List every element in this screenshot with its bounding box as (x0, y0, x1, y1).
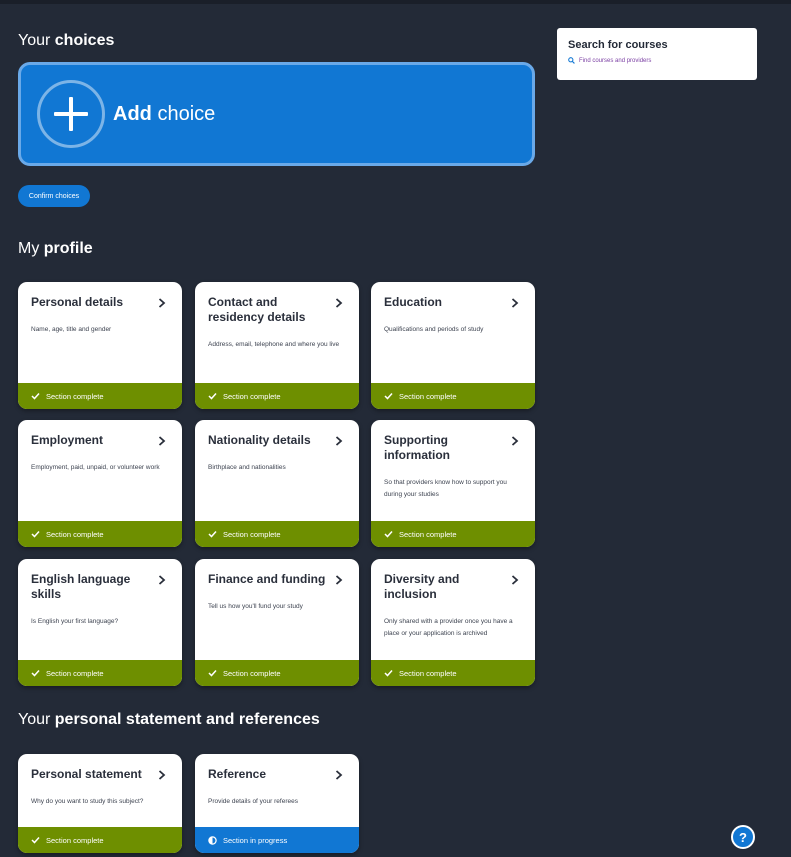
choices-heading: Your choices (18, 32, 115, 49)
card-title: Employment (31, 433, 104, 447)
card-finance-funding[interactable]: Finance and funding Tell us how you'll f… (195, 559, 359, 686)
card-description: Why do you want to study this subject? (31, 798, 144, 805)
search-panel: Search for courses Find courses and prov… (557, 28, 757, 80)
status-text: Section complete (399, 529, 457, 539)
chevron-right-icon (335, 575, 343, 585)
card-nationality-details[interactable]: Nationality details Birthplace and natio… (195, 420, 359, 547)
chevron-right-icon (335, 770, 343, 780)
status-bar: Section complete (18, 521, 182, 547)
card-description: Qualifications and periods of study (384, 326, 484, 333)
card-title: Education (384, 295, 443, 309)
card-english-language-skills[interactable]: English language skills Is English your … (18, 559, 182, 686)
chevron-right-icon (158, 298, 166, 308)
status-text: Section in progress (223, 835, 288, 845)
check-icon (31, 669, 40, 677)
find-courses-link[interactable]: Find courses and providers (568, 57, 746, 64)
chevron-right-icon (511, 575, 519, 585)
status-text: Section complete (46, 835, 104, 845)
check-icon (31, 836, 40, 844)
card-description: Only shared with a provider once you hav… (384, 618, 513, 637)
status-text: Section complete (223, 391, 281, 401)
chevron-right-icon (158, 436, 166, 446)
add-choice-button[interactable]: Add choice (18, 62, 535, 166)
chevron-right-icon (158, 770, 166, 780)
card-title: Nationality details (208, 433, 311, 447)
status-text: Section complete (46, 391, 104, 401)
check-icon (384, 669, 393, 677)
check-icon (208, 392, 217, 400)
magnifier-icon (568, 57, 575, 64)
check-icon (384, 530, 393, 538)
check-icon (208, 530, 217, 538)
status-bar: Section complete (18, 827, 182, 853)
card-description: Provide details of your referees (208, 798, 298, 805)
card-title: Diversity and inclusion (384, 572, 460, 601)
half-circle-icon (208, 835, 217, 845)
profile-heading: My profile (18, 240, 93, 257)
chevron-right-icon (511, 298, 519, 308)
status-bar: Section complete (371, 383, 535, 409)
card-description: Tell us how you'll fund your study (208, 603, 303, 610)
card-supporting-information[interactable]: Supporting information So that providers… (371, 420, 535, 547)
chevron-right-icon (335, 298, 343, 308)
card-description: Birthplace and nationalities (208, 464, 286, 471)
help-button[interactable]: ? (731, 825, 755, 849)
card-diversity-inclusion[interactable]: Diversity and inclusion Only shared with… (371, 559, 535, 686)
card-description: Is English your first language? (31, 618, 119, 625)
card-personal-details[interactable]: Personal details Name, age, title and ge… (18, 282, 182, 409)
card-employment[interactable]: Employment Employment, paid, unpaid, or … (18, 420, 182, 547)
status-bar: Section complete (18, 660, 182, 686)
status-bar: Section complete (18, 383, 182, 409)
plus-icon (37, 80, 105, 148)
status-text: Section complete (46, 529, 104, 539)
status-bar: Section complete (371, 660, 535, 686)
card-description: Address, email, telephone and where you … (208, 341, 340, 348)
status-bar: Section complete (195, 660, 359, 686)
card-education[interactable]: Education Qualifications and periods of … (371, 282, 535, 409)
card-title: Reference (208, 767, 267, 781)
confirm-choices-button[interactable]: Confirm choices (18, 185, 90, 207)
status-text: Section complete (46, 668, 104, 678)
status-bar: Section complete (195, 383, 359, 409)
card-description: So that providers know how to support yo… (384, 479, 507, 498)
check-icon (31, 392, 40, 400)
check-icon (31, 530, 40, 538)
chevron-right-icon (158, 575, 166, 585)
status-text: Section complete (399, 668, 457, 678)
top-bar (0, 0, 791, 4)
card-title: Personal details (31, 295, 124, 309)
card-title: Personal statement (31, 767, 142, 781)
check-icon (208, 669, 217, 677)
card-title: Supporting information (384, 433, 450, 462)
card-contact-residency[interactable]: Contact and residency details Address, e… (195, 282, 359, 409)
chevron-right-icon (511, 436, 519, 446)
card-title: Contact and residency details (208, 295, 306, 324)
add-choice-label: Add choice (113, 102, 216, 125)
card-reference[interactable]: Reference Provide details of your refere… (195, 754, 359, 853)
status-text: Section complete (399, 391, 457, 401)
statement-heading: Your personal statement and references (18, 711, 320, 728)
status-bar: Section in progress (195, 827, 359, 853)
search-title: Search for courses (568, 39, 668, 51)
status-bar: Section complete (195, 521, 359, 547)
chevron-right-icon (335, 436, 343, 446)
card-title: English language skills (31, 572, 131, 601)
card-description: Name, age, title and gender (31, 326, 112, 333)
card-personal-statement[interactable]: Personal statement Why do you want to st… (18, 754, 182, 853)
check-icon (384, 392, 393, 400)
status-text: Section complete (223, 668, 281, 678)
card-title: Finance and funding (208, 572, 326, 586)
status-bar: Section complete (371, 521, 535, 547)
status-text: Section complete (223, 529, 281, 539)
card-description: Employment, paid, unpaid, or volunteer w… (31, 464, 160, 471)
find-courses-link-text: Find courses and providers (579, 57, 652, 64)
